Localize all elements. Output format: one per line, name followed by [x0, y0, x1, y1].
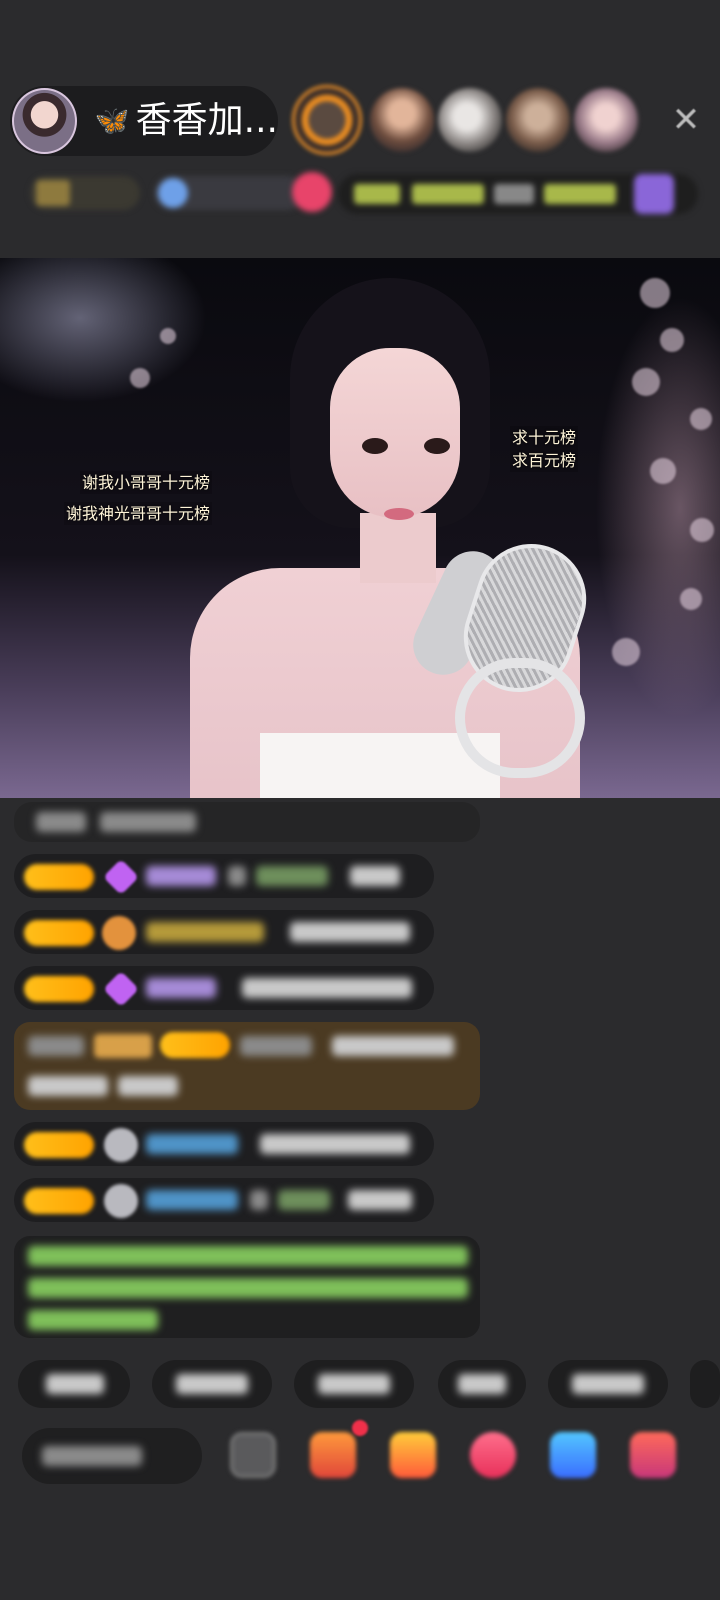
- butterfly-icon: 🦋: [94, 104, 130, 137]
- host-info-pill[interactable]: 🦋 香香加...: [10, 86, 278, 156]
- close-icon[interactable]: ✕: [668, 102, 704, 138]
- video-caption: 谢我神光哥哥十元榜: [64, 502, 213, 525]
- chat-message[interactable]: [14, 802, 480, 842]
- gift-icon[interactable]: [292, 172, 332, 212]
- red-packet-icon[interactable]: [390, 1432, 436, 1478]
- rank-chip[interactable]: [30, 176, 140, 210]
- level-badge: [24, 920, 94, 946]
- fan-badge-icon: [102, 970, 140, 1008]
- quick-reply-chip[interactable]: [18, 1360, 130, 1408]
- top-viewer-avatar[interactable]: [370, 88, 434, 152]
- gift-box-icon[interactable]: [310, 1432, 356, 1478]
- level-badge: [24, 1132, 94, 1158]
- video-player[interactable]: 谢我小哥哥十元榜 谢我神光哥哥十元榜 求十元榜 求百元榜: [0, 258, 720, 798]
- host-avatar[interactable]: [12, 88, 77, 154]
- quick-reply-chip[interactable]: [152, 1360, 272, 1408]
- more-grid-icon[interactable]: [630, 1432, 676, 1478]
- activity-icon[interactable]: [634, 174, 674, 214]
- host-name-text: 香香加...: [135, 100, 278, 141]
- level-badge: [24, 1188, 94, 1214]
- quick-reply-chip[interactable]: [294, 1360, 414, 1408]
- chat-message[interactable]: [14, 1178, 434, 1222]
- fan-badge-icon: [102, 858, 140, 896]
- video-caption: 谢我小哥哥十元榜: [80, 471, 213, 494]
- comment-input[interactable]: [22, 1428, 202, 1484]
- top-viewer-avatar[interactable]: [438, 88, 502, 152]
- chat-message[interactable]: [14, 1122, 434, 1166]
- heart-icon[interactable]: [470, 1432, 516, 1478]
- system-notice: [14, 1236, 480, 1338]
- quick-reply-chip[interactable]: [438, 1360, 526, 1408]
- top-viewer-avatar[interactable]: [574, 88, 638, 152]
- live-stream-screen: 🦋 香香加... ✕ 谢我小哥哥十元榜 谢我神光哥哥十元榜 求十元榜 求百元榜: [0, 0, 720, 1600]
- notification-badge: [352, 1420, 368, 1436]
- video-caption: 求百元榜: [510, 449, 579, 472]
- chat-message-highlight[interactable]: [14, 1022, 480, 1110]
- chat-message[interactable]: [14, 966, 434, 1010]
- video-caption: 求十元榜: [510, 426, 579, 449]
- stream-info-bar: [20, 168, 700, 218]
- top-viewer-avatar[interactable]: [292, 85, 362, 155]
- emoji-icon[interactable]: [230, 1432, 276, 1478]
- top-viewer-avatar[interactable]: [506, 88, 570, 152]
- chat-message[interactable]: [14, 910, 434, 954]
- quick-reply-chip[interactable]: [548, 1360, 668, 1408]
- level-badge: [24, 864, 94, 890]
- quick-reply-chip[interactable]: [690, 1360, 720, 1408]
- fan-badge-icon: [102, 916, 136, 950]
- chat-message[interactable]: [14, 854, 434, 898]
- fan-badge-icon: [104, 1128, 138, 1162]
- game-icon[interactable]: [550, 1432, 596, 1478]
- fan-badge-icon: [104, 1184, 138, 1218]
- hot-chip[interactable]: [154, 176, 304, 210]
- level-badge: [160, 1032, 230, 1058]
- host-name: 🦋 香香加...: [95, 101, 278, 141]
- level-badge: [24, 976, 94, 1002]
